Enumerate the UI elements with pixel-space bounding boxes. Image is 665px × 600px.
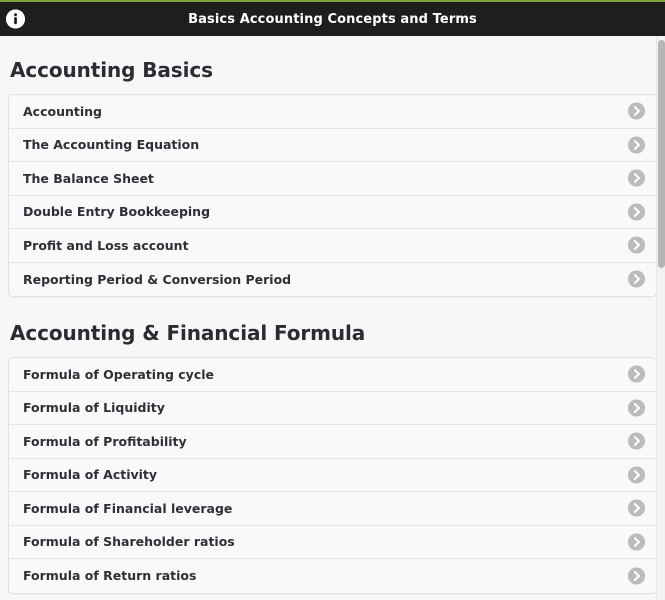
list-item-label: Formula of Financial leverage (23, 501, 232, 516)
vertical-scrollbar-thumb[interactable] (658, 40, 665, 268)
list-item[interactable]: Double Entry Bookkeeping (9, 196, 656, 230)
app-root: Basics Accounting Concepts and Terms Acc… (0, 0, 665, 600)
list-item-label: Reporting Period & Conversion Period (23, 272, 291, 287)
list-item-label: Formula of Shareholder ratios (23, 534, 235, 549)
section-heading-accounting-basics: Accounting Basics (10, 58, 657, 82)
chevron-right-icon[interactable] (628, 500, 645, 517)
list-item[interactable]: Formula of Activity (9, 459, 656, 493)
list-accounting-financial-formula: Formula of Operating cycle Formula of Li… (8, 357, 657, 594)
list-item-label: Formula of Activity (23, 467, 157, 482)
list-item-label: Formula of Return ratios (23, 568, 196, 583)
content-scroll-area[interactable]: Accounting Basics Accounting The Account… (0, 36, 665, 600)
list-item[interactable]: Formula of Financial leverage (9, 492, 656, 526)
list-item-label: Double Entry Bookkeeping (23, 204, 210, 219)
list-item-label: Formula of Profitability (23, 434, 187, 449)
vertical-scrollbar-track[interactable] (656, 36, 665, 600)
page-title: Basics Accounting Concepts and Terms (188, 12, 477, 27)
list-item[interactable]: Formula of Shareholder ratios (9, 526, 656, 560)
list-item-label: The Accounting Equation (23, 137, 199, 152)
list-item-label: The Balance Sheet (23, 171, 154, 186)
chevron-right-icon[interactable] (628, 366, 645, 383)
chevron-right-icon[interactable] (628, 271, 645, 288)
info-icon[interactable] (6, 10, 25, 29)
chevron-right-icon[interactable] (628, 399, 645, 416)
list-item-label: Formula of Liquidity (23, 400, 165, 415)
list-item-label: Accounting (23, 104, 102, 119)
section-heading-accounting-financial-formula: Accounting & Financial Formula (10, 321, 657, 345)
list-item-label: Formula of Operating cycle (23, 367, 214, 382)
list-item[interactable]: Formula of Operating cycle (9, 358, 656, 392)
chevron-right-icon[interactable] (628, 136, 645, 153)
list-item[interactable]: Profit and Loss account (9, 229, 656, 263)
list-item[interactable]: The Balance Sheet (9, 162, 656, 196)
chevron-right-icon[interactable] (628, 237, 645, 254)
chevron-right-icon[interactable] (628, 466, 645, 483)
chevron-right-icon[interactable] (628, 567, 645, 584)
chevron-right-icon[interactable] (628, 103, 645, 120)
chevron-right-icon[interactable] (628, 170, 645, 187)
chevron-right-icon[interactable] (628, 533, 645, 550)
list-item[interactable]: Formula of Return ratios (9, 559, 656, 593)
list-item[interactable]: Formula of Profitability (9, 425, 656, 459)
app-header: Basics Accounting Concepts and Terms (0, 0, 665, 36)
chevron-right-icon[interactable] (628, 203, 645, 220)
list-item-label: Profit and Loss account (23, 238, 189, 253)
list-item[interactable]: Reporting Period & Conversion Period (9, 263, 656, 297)
list-item[interactable]: Formula of Liquidity (9, 392, 656, 426)
list-item[interactable]: The Accounting Equation (9, 129, 656, 163)
list-item[interactable]: Accounting (9, 95, 656, 129)
chevron-right-icon[interactable] (628, 433, 645, 450)
list-accounting-basics: Accounting The Accounting Equation (8, 94, 657, 297)
